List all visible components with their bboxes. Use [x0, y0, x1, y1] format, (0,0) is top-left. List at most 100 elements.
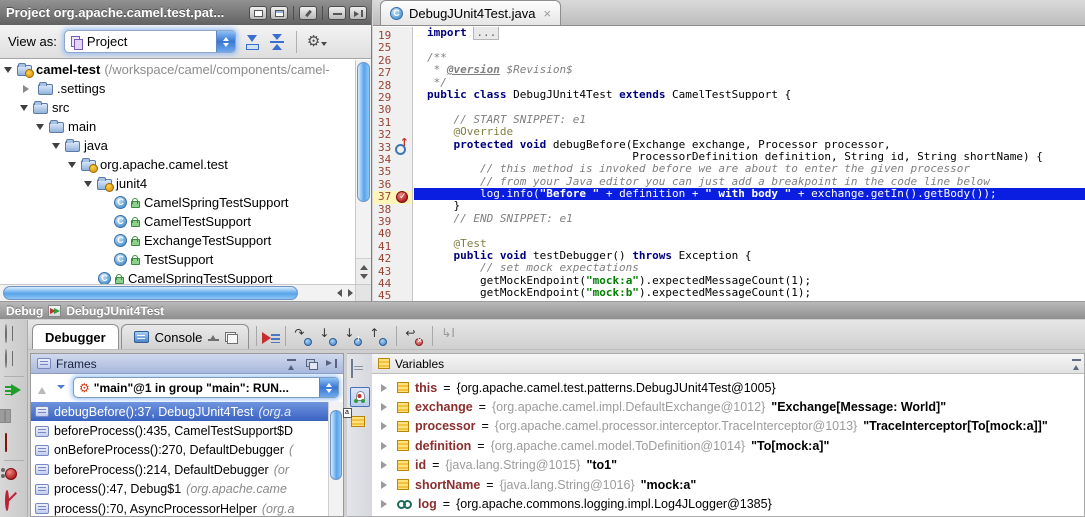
scroll-down-icon[interactable] — [360, 274, 368, 279]
debug-settings-button[interactable] — [5, 350, 23, 368]
variable-row[interactable]: id = {java.lang.String@1015}"to1" — [372, 456, 1084, 475]
current-execution-line[interactable]: log.info("Before " + definition + " with… — [414, 188, 1085, 200]
expand-arrow-icon[interactable] — [381, 384, 391, 392]
expand-arrow-icon[interactable] — [381, 461, 391, 469]
tree-item[interactable]: org.apache.camel.test — [0, 155, 355, 174]
code-line[interactable]: // START SNIPPET: e1 — [414, 114, 1085, 126]
expand-arrow-icon[interactable] — [381, 442, 391, 450]
editor-gutter[interactable]: 1925262728293031323334353637383940414243… — [373, 27, 413, 301]
scrollbar-thumb[interactable] — [3, 286, 298, 300]
code-line[interactable] — [414, 225, 1085, 237]
tree-item[interactable]: ExchangeTestSupport — [0, 231, 355, 250]
frame-row[interactable]: beforeProcess():435, CamelTestSupport$D — [31, 421, 328, 440]
pop-frame-icon[interactable] — [286, 359, 297, 369]
float-panel-icon[interactable] — [306, 359, 317, 369]
tree-item[interactable]: java — [0, 136, 355, 155]
sort-alphabetically-button[interactable] — [351, 416, 369, 434]
override-method-icon[interactable] — [395, 141, 409, 154]
code-line[interactable]: import ... — [414, 27, 1085, 39]
tree-expanded-icon[interactable] — [52, 143, 60, 153]
frame-up-icon[interactable] — [35, 381, 49, 395]
pause-button[interactable] — [5, 409, 23, 427]
rerun-debug-button[interactable] — [5, 325, 23, 343]
force-step-into-button[interactable]: ↓ — [344, 330, 363, 346]
resume-button[interactable] — [5, 384, 23, 402]
hide-panel-icon[interactable] — [326, 359, 337, 369]
tab-debugger[interactable]: Debugger — [32, 324, 119, 349]
expand-arrow-icon[interactable] — [381, 481, 391, 489]
minimize-button[interactable] — [328, 6, 346, 20]
scroll-left-icon[interactable] — [337, 289, 342, 297]
tree-item[interactable]: junit4 — [0, 174, 355, 193]
variable-row[interactable]: shortName = {java.lang.String@1016}"mock… — [372, 475, 1084, 494]
frame-row[interactable]: process():47, Debug$1 (org.apache.came — [31, 480, 328, 499]
frame-row[interactable]: debugBefore():37, DebugJUnit4Test (org.a — [31, 402, 328, 421]
tab-console[interactable]: Console — [121, 324, 250, 349]
tree-item[interactable]: .settings — [0, 79, 355, 98]
pin-button[interactable] — [299, 6, 317, 20]
frame-row[interactable]: process():70, AsyncProcessorHelper (org.… — [31, 499, 328, 516]
settings-button[interactable]: ⚙ — [307, 34, 327, 49]
tree-item[interactable]: CamelTestSupport — [0, 212, 355, 231]
project-horizontal-scrollbar[interactable] — [0, 284, 355, 301]
frame-row[interactable]: onBeforeProcess():270, DefaultDebugger ( — [31, 441, 328, 460]
scrollbar-arrows[interactable] — [337, 285, 353, 301]
tree-item[interactable]: CamelSpringTestSupport — [0, 193, 355, 212]
expand-arrow-icon[interactable] — [381, 403, 391, 411]
variable-row[interactable]: definition = {org.apache.camel.model.ToD… — [372, 436, 1084, 455]
stop-button[interactable] — [5, 434, 23, 452]
dock-mode-button[interactable] — [270, 6, 288, 20]
tree-expanded-icon[interactable] — [4, 67, 12, 77]
thread-select[interactable]: ⚙ "main"@1 in group "main": RUN... — [73, 377, 339, 398]
float-window-icon[interactable] — [225, 332, 236, 342]
pop-icon[interactable] — [1071, 359, 1082, 369]
drop-frame-button[interactable]: ↩ — [405, 330, 424, 346]
select-stepper-icon[interactable] — [319, 378, 338, 397]
tree-expanded-icon[interactable] — [84, 181, 92, 191]
show-execution-point-button[interactable] — [262, 332, 280, 345]
code-line[interactable]: getMockEndpoint("mock:b").expectedMessag… — [414, 287, 1085, 299]
mute-breakpoints-button[interactable] — [5, 492, 23, 510]
variable-row[interactable]: exchange = {org.apache.camel.impl.Defaul… — [372, 397, 1084, 416]
tree-item[interactable]: src — [0, 98, 355, 117]
code-line[interactable]: * @version $Revision$ — [414, 64, 1085, 76]
code-line[interactable] — [414, 39, 1085, 51]
code-line[interactable]: public class DebugJUnit4Test extends Cam… — [414, 89, 1085, 101]
run-to-cursor-button[interactable]: ↳I — [441, 330, 460, 346]
step-out-button[interactable]: ↑ — [369, 330, 388, 346]
step-over-button[interactable]: ↷ — [294, 330, 313, 346]
view-as-select[interactable]: Project — [64, 30, 236, 53]
variable-row[interactable]: processor = {org.apache.camel.processor.… — [372, 417, 1084, 436]
tree-item[interactable]: main — [0, 117, 355, 136]
step-into-button[interactable]: ↓ — [319, 330, 338, 346]
scroll-from-source-icon[interactable] — [243, 33, 261, 51]
expand-arrow-icon[interactable] — [381, 500, 391, 508]
export-icon[interactable] — [208, 332, 219, 342]
breakpoint-icon[interactable] — [396, 191, 408, 203]
tree-item[interactable]: TestSupport — [0, 250, 355, 269]
variable-row[interactable]: log = {org.apache.commons.logging.impl.L… — [372, 494, 1084, 513]
tree-expanded-icon[interactable] — [36, 124, 44, 134]
frame-row[interactable]: beforeProcess():214, DefaultDebugger (or — [31, 460, 328, 479]
project-vertical-scrollbar[interactable] — [355, 60, 371, 284]
close-tab-icon[interactable]: × — [543, 7, 551, 20]
evaluate-expression-button[interactable] — [351, 360, 369, 378]
editor-tab[interactable]: DebugJUnit4Test.java × — [380, 0, 561, 25]
tree-item[interactable]: camel-test (/workspace/camel/components/… — [0, 60, 355, 79]
code-line[interactable]: // END SNIPPET: e1 — [414, 213, 1085, 225]
frame-down-icon[interactable] — [54, 381, 68, 395]
scroll-up-icon[interactable] — [360, 265, 368, 270]
editor-code[interactable]: import .../** * @version $Revision$ */pu… — [414, 27, 1085, 301]
frames-scrollbar[interactable] — [328, 402, 343, 516]
tree-collapsed-icon[interactable] — [23, 85, 33, 93]
scrollbar-thumb[interactable] — [330, 410, 342, 480]
tree-item[interactable]: CamelSpringTestSupport — [0, 269, 355, 284]
collapse-all-icon[interactable] — [268, 33, 286, 51]
auto-variables-mode-button[interactable] — [350, 387, 370, 407]
scroll-right-icon[interactable] — [348, 289, 353, 297]
variable-row[interactable]: this = {org.apache.camel.test.patterns.D… — [372, 378, 1084, 397]
expand-arrow-icon[interactable] — [381, 422, 391, 430]
tree-expanded-icon[interactable] — [68, 162, 76, 172]
float-mode-button[interactable] — [249, 6, 267, 20]
editor-body[interactable]: 1925262728293031323334353637383940414243… — [373, 27, 1085, 301]
